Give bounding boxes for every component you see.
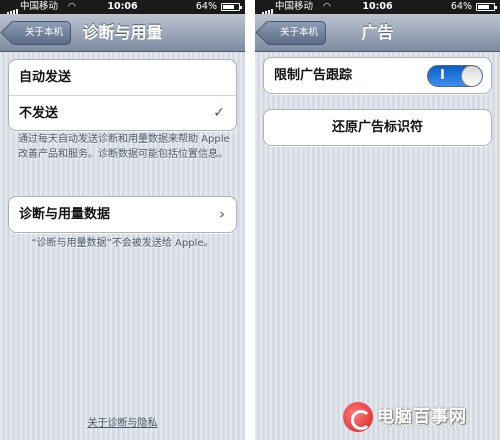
battery-percentage: 64% [195, 1, 217, 12]
option-dont-send[interactable]: 不发送 ✓ [9, 95, 236, 130]
navigation-bar: 关于本机 诊断与用量 [0, 14, 245, 52]
chevron-right-icon: › [218, 205, 225, 223]
battery-percentage: 64% [450, 1, 472, 12]
send-description: 通过每天自动发送诊断和用量数据来帮助 Apple 改善产品和服务。诊断数据可能包… [18, 134, 230, 160]
page-title: 广告 [361, 23, 394, 42]
limit-tracking-label: 限制广告跟踪 [274, 68, 353, 83]
battery-icon [476, 3, 497, 11]
reset-identifier-button[interactable]: 还原广告标识符 [264, 110, 491, 145]
reset-identifier-label: 还原广告标识符 [331, 120, 423, 135]
send-options-group: 自动发送 不发送 ✓ [8, 59, 237, 131]
limit-tracking-group: 限制广告跟踪 I [263, 57, 492, 94]
usage-data-group: 诊断与用量数据 › [8, 196, 237, 233]
watermark-url: WWW.PC841.COM [381, 423, 462, 432]
limit-tracking-toggle[interactable]: I [427, 65, 483, 87]
reset-identifier-group: 还原广告标识符 [263, 109, 492, 146]
watermark: 电脑百事网 WWW.PC841.COM [343, 402, 488, 434]
battery-icon [221, 3, 242, 11]
status-bar: 中国移动 ◠ 10:06 64% [0, 0, 245, 17]
usage-data-row[interactable]: 诊断与用量数据 › [9, 197, 236, 232]
privacy-link[interactable]: 关于诊断与隐私 [0, 414, 245, 429]
option-auto-send[interactable]: 自动发送 [9, 60, 236, 95]
status-bar: 中国移动 ◠ 10:06 64% [255, 0, 500, 17]
page-title: 诊断与用量 [82, 23, 163, 42]
navigation-bar: 关于本机 广告 [255, 14, 500, 52]
checkmark-icon: ✓ [213, 105, 225, 121]
toggle-knob [461, 66, 482, 86]
usage-data-label: 诊断与用量数据 [19, 207, 111, 222]
limit-tracking-row: 限制广告跟踪 I [264, 58, 491, 93]
toggle-on-label: I [440, 68, 445, 83]
screen-divider [245, 0, 255, 440]
diagnostics-screen: 中国移动 ◠ 10:06 64% 关于本机 诊断与用量 自动发送 不发送 ✓ 通… [0, 0, 245, 440]
advertising-screen: 中国移动 ◠ 10:06 64% 关于本机 广告 限制广告跟踪 I 还原广告标识… [255, 0, 500, 440]
option-dont-send-label: 不发送 [19, 106, 59, 121]
watermark-logo-icon [343, 402, 373, 432]
usage-data-note: “诊断与用量数据”不会被发送给 Apple。 [31, 238, 214, 249]
option-auto-send-label: 自动发送 [19, 70, 72, 85]
